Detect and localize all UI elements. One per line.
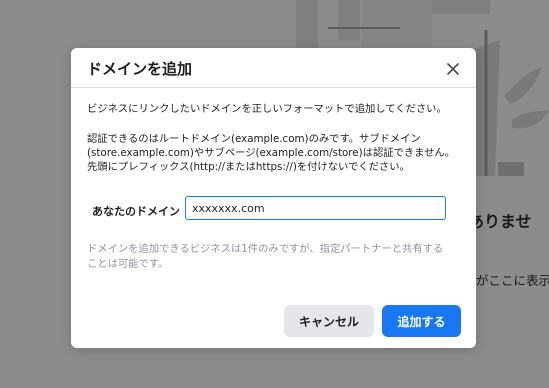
title-divider: [71, 87, 476, 88]
background-text: がここに表示: [476, 273, 549, 288]
dialog-title: ドメインを追加: [87, 60, 193, 78]
requirements-line: (store.example.com)やサブページ(example.com/st…: [87, 147, 456, 159]
add-button[interactable]: 追加する: [382, 305, 461, 337]
close-icon: [447, 63, 459, 75]
background-heading: ありませ: [468, 212, 532, 231]
requirements-text: 認証できるのはルートドメイン(example.com)のみです。サブドメイン (…: [87, 132, 472, 174]
note-line: ことは可能です。: [87, 258, 169, 270]
domain-input[interactable]: [185, 196, 446, 220]
cancel-button[interactable]: キャンセル: [284, 305, 374, 337]
domain-field-label: あなたのドメイン: [92, 205, 180, 218]
add-domain-dialog: ドメインを追加 ビジネスにリンクしたいドメインを正しいフォーマットで追加してくだ…: [71, 48, 476, 348]
close-button[interactable]: [443, 59, 463, 79]
requirements-line: 認証できるのはルートドメイン(example.com)のみです。サブドメイン: [87, 133, 421, 145]
sharing-note: ドメインを追加できるビジネスは1件のみですが、指定パートナーと共有する ことは可…: [87, 242, 472, 272]
requirements-line: 先頭にプレフィックス(http://またはhttps://)を付けないでください…: [87, 161, 410, 173]
note-line: ドメインを追加できるビジネスは1件のみですが、指定パートナーと共有する: [87, 243, 444, 255]
description-text: ビジネスにリンクしたいドメインを正しいフォーマットで追加してください。: [87, 103, 447, 115]
